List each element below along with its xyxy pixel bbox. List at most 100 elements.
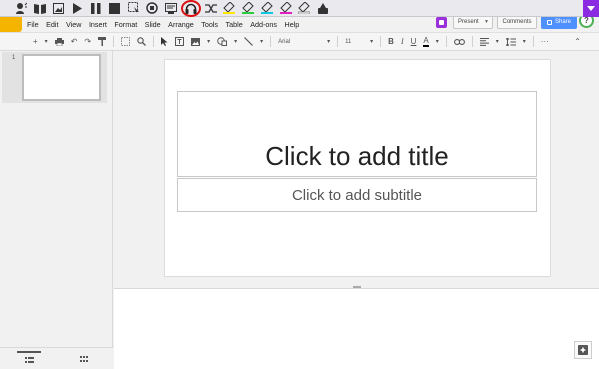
extension-puzzle-icon[interactable] [436, 16, 447, 28]
font-size-dropdown-icon[interactable]: ▾ [370, 38, 373, 45]
picture-dictionary-icon[interactable] [50, 1, 68, 16]
italic-button[interactable]: I [401, 37, 404, 46]
extension-menu-button[interactable] [583, 0, 599, 17]
toolbar-divider [337, 36, 339, 47]
chevron-down-icon: ▼ [484, 19, 489, 25]
shape-dropdown-icon[interactable]: ▾ [234, 38, 237, 45]
vocabulary-icon[interactable] [202, 1, 220, 16]
subtitle-placeholder-text: Click to add subtitle [291, 186, 423, 204]
bold-button[interactable]: B [388, 37, 394, 46]
toolbar-divider [270, 36, 272, 47]
highlighter-clear-icon[interactable] [295, 1, 313, 16]
explore-button[interactable] [574, 341, 592, 359]
dictionary-icon[interactable] [31, 1, 49, 16]
font-family-select[interactable]: Arial [278, 39, 322, 45]
image-dropdown-icon[interactable]: ▾ [207, 38, 210, 45]
chevron-up-icon[interactable]: ⌃ [574, 37, 581, 46]
format-toolbar: + ▾ ↶ ↷ ▾ ▾ ▾ Arial ▾ 11 ▾ B I U A ▾ ▾ ▾… [0, 32, 599, 51]
drag-grip-icon [353, 286, 361, 288]
slides-app: File Edit View Insert Format Slide Arran… [0, 0, 599, 369]
list-view-icon [24, 356, 34, 363]
screenshot-reader-icon[interactable] [125, 1, 143, 16]
highlighter-magenta-icon[interactable] [277, 1, 295, 16]
menu-table[interactable]: Table [226, 20, 243, 29]
text-color-button[interactable]: A [423, 36, 429, 47]
play-icon[interactable] [68, 1, 86, 16]
web-search-icon[interactable] [162, 1, 180, 16]
menu-bar: File Edit View Insert Format Slide Arran… [27, 17, 307, 31]
toolbar-divider [113, 36, 115, 47]
toolbar-divider [380, 36, 382, 47]
select-cursor-icon[interactable] [161, 37, 168, 46]
slide-canvas-area: Click to add title Click to add subtitle [114, 51, 599, 285]
text-box-icon[interactable] [175, 37, 185, 46]
highlighter-cyan-icon[interactable] [258, 1, 276, 16]
speaker-notes[interactable] [114, 289, 599, 369]
present-label: Present [458, 19, 479, 25]
stop-icon[interactable] [106, 1, 124, 16]
slide-thumbnail[interactable] [22, 54, 101, 101]
line-dropdown-icon[interactable]: ▾ [260, 38, 263, 45]
menu-insert[interactable]: Insert [89, 20, 107, 29]
slide-canvas[interactable]: Click to add title Click to add subtitle [164, 59, 551, 277]
menu-file[interactable]: File [27, 20, 39, 29]
more-options-button[interactable]: ··· [541, 37, 549, 46]
lock-icon [546, 19, 552, 25]
toolbar-divider [471, 36, 473, 47]
new-slide-icon[interactable]: + [33, 37, 38, 46]
toolbar-divider [532, 36, 534, 47]
text-color-dropdown-icon[interactable]: ▾ [436, 38, 439, 45]
print-icon[interactable] [54, 37, 64, 46]
image-icon[interactable] [191, 37, 201, 46]
line-icon[interactable] [244, 37, 254, 46]
toolbar-divider [153, 36, 155, 47]
undo-icon[interactable]: ↶ [71, 37, 78, 46]
align-dropdown-icon[interactable]: ▾ [496, 38, 499, 45]
paint-format-icon[interactable] [98, 37, 107, 46]
collect-highlights-icon[interactable] [314, 1, 332, 16]
grid-view-button[interactable] [72, 351, 96, 367]
comments-label: Comments [502, 19, 532, 25]
speak-icon[interactable] [12, 1, 30, 16]
menu-arrange[interactable]: Arrange [168, 20, 194, 29]
underline-button[interactable]: U [411, 37, 417, 46]
line-spacing-dropdown-icon[interactable]: ▾ [523, 38, 526, 45]
menu-edit[interactable]: Edit [46, 20, 58, 29]
explore-icon [578, 345, 588, 355]
menu-slide[interactable]: Slide [145, 20, 161, 29]
listen-headphones-icon[interactable] [180, 0, 201, 17]
grid-view-icon [80, 355, 88, 362]
slide-filmstrip: 1 [0, 51, 113, 369]
filmstrip-view-button[interactable] [17, 351, 41, 367]
present-button[interactable]: Present ▼ [453, 15, 493, 29]
menu-add-ons[interactable]: Add-ons [250, 20, 277, 29]
help-label: ? [584, 16, 589, 25]
audio-maker-icon[interactable] [143, 1, 161, 16]
highlighter-green-icon[interactable] [239, 1, 257, 16]
new-slide-dropdown-icon[interactable]: ▾ [45, 38, 48, 45]
menu-help[interactable]: Help [285, 20, 300, 29]
view-switcher [0, 347, 113, 369]
comments-button[interactable]: Comments [497, 15, 537, 29]
share-button[interactable]: Share [541, 15, 577, 29]
align-icon[interactable] [479, 37, 489, 46]
font-size-select[interactable]: 11 [345, 39, 365, 45]
shape-icon[interactable] [217, 37, 228, 46]
toolbar-divider [445, 36, 447, 47]
font-dropdown-icon[interactable]: ▾ [327, 38, 330, 45]
link-icon[interactable] [453, 38, 465, 45]
line-spacing-icon[interactable] [505, 37, 516, 46]
menu-view[interactable]: View [66, 20, 81, 29]
subtitle-placeholder[interactable]: Click to add subtitle [177, 178, 537, 212]
share-label: Share [554, 19, 571, 25]
slide-number: 1 [12, 55, 16, 61]
menu-format[interactable]: Format [114, 20, 137, 29]
zoom-fit-icon[interactable] [121, 37, 131, 46]
pause-icon[interactable] [87, 1, 105, 16]
highlighter-yellow-icon[interactable] [220, 1, 238, 16]
title-placeholder[interactable]: Click to add title [177, 91, 537, 177]
redo-icon[interactable]: ↷ [84, 37, 91, 46]
zoom-icon[interactable] [137, 37, 147, 46]
title-placeholder-text: Click to add title [265, 141, 449, 171]
menu-tools[interactable]: Tools [201, 20, 218, 29]
